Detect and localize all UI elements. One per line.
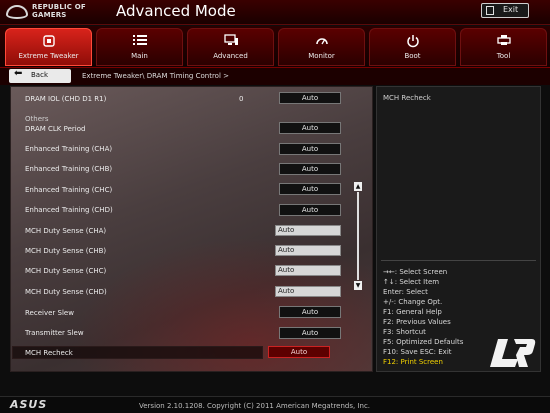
setting-label-mch-duty-cha: MCH Duty Sense (CHA) <box>25 227 107 235</box>
key-hint: +/-: Change Opt. <box>383 298 443 306</box>
scrollbar[interactable]: ▲ ▼ <box>354 182 362 290</box>
exit-button[interactable]: Exit <box>481 3 529 18</box>
back-arrow-icon: ⬅ <box>14 68 23 79</box>
mch-duty-chd-input[interactable]: Auto <box>275 286 341 297</box>
option-button-mch-recheck[interactable]: Auto <box>268 346 330 358</box>
tab-boot[interactable]: Boot <box>369 28 456 66</box>
brand-line-1: REPUBLIC OF <box>32 3 86 11</box>
help-title: MCH Recheck <box>383 94 431 102</box>
rog-eye-icon <box>6 5 28 19</box>
setting-label-mch-duty-chc: MCH Duty Sense (CHC) <box>25 267 107 275</box>
chip-icon <box>41 34 57 51</box>
rog-logo: REPUBLIC OF GAMERS <box>6 2 104 23</box>
option-button-enh-training-chd[interactable]: Auto <box>279 204 341 216</box>
key-hint: F10: Save ESC: Exit <box>383 348 452 356</box>
option-button-enh-training-cha[interactable]: Auto <box>279 143 341 155</box>
key-hint-print-screen: F12: Print Screen <box>383 358 443 366</box>
setting-label-dram-iol: DRAM IOL (CHD D1 R1) <box>25 95 107 103</box>
setting-value-dram-iol: 0 <box>239 95 244 103</box>
setting-label-enh-training-chd: Enhanced Training (CHD) <box>25 206 113 214</box>
tab-extreme-tweaker[interactable]: Extreme Tweaker <box>5 28 92 66</box>
option-button-enh-training-chb[interactable]: Auto <box>279 163 341 175</box>
tab-label: Monitor <box>308 52 335 60</box>
setting-label-transmitter-slew: Transmitter Slew <box>25 329 84 337</box>
breadcrumb[interactable]: Extreme Tweaker\ DRAM Timing Control > <box>82 72 229 80</box>
tab-advanced[interactable]: Advanced <box>187 28 274 66</box>
tab-monitor[interactable]: Monitor <box>278 28 365 66</box>
help-panel: MCH Recheck →←: Select Screen ↑↓: Select… <box>376 86 541 372</box>
setting-label-enh-training-chc: Enhanced Training (CHC) <box>25 186 113 194</box>
tab-label: Tool <box>496 52 511 60</box>
key-hint: Enter: Select <box>383 288 428 296</box>
back-label: Back <box>31 71 48 79</box>
version-text: Version 2.10.1208. Copyright (C) 2011 Am… <box>139 402 371 410</box>
key-hint: F3: Shortcut <box>383 328 426 336</box>
setting-label-mch-duty-chd: MCH Duty Sense (CHD) <box>25 288 107 296</box>
setting-label-mch-duty-chb: MCH Duty Sense (CHB) <box>25 247 107 255</box>
tab-tool[interactable]: Tool <box>460 28 547 66</box>
mch-duty-cha-input[interactable]: Auto <box>275 225 341 236</box>
list-icon <box>132 34 147 49</box>
settings-panel: DRAM IOL (CHD D1 R1) 0 Auto Others DRAM … <box>10 86 373 372</box>
option-button-receiver-slew[interactable]: Auto <box>279 306 341 318</box>
option-button-dram-iol[interactable]: Auto <box>279 92 341 104</box>
page-title: Advanced Mode <box>116 2 236 20</box>
setting-label-receiver-slew: Receiver Slew <box>25 309 74 317</box>
section-label-others: Others <box>25 115 49 123</box>
setting-label-dram-clk-period: DRAM CLK Period <box>25 125 86 133</box>
key-hint: F1: General Help <box>383 308 442 316</box>
tab-label: Extreme Tweaker <box>18 52 79 60</box>
option-button-dram-clk-period[interactable]: Auto <box>279 122 341 134</box>
tab-label: Boot <box>404 52 421 60</box>
key-hint: ↑↓: Select Item <box>383 278 440 286</box>
tab-label: Main <box>131 52 148 60</box>
option-button-enh-training-chc[interactable]: Auto <box>279 183 341 195</box>
key-hint: F2: Previous Values <box>383 318 451 326</box>
gauge-icon <box>315 34 329 49</box>
exit-label: Exit <box>503 5 519 14</box>
tab-label: Advanced <box>213 52 248 60</box>
key-hint: →←: Select Screen <box>383 268 448 276</box>
brand-line-2: GAMERS <box>32 11 67 19</box>
scroll-track[interactable] <box>357 192 359 280</box>
monitor-icon <box>223 34 238 49</box>
scroll-up-arrow-icon[interactable]: ▲ <box>354 182 362 191</box>
power-icon <box>406 34 420 51</box>
mch-duty-chc-input[interactable]: Auto <box>275 265 341 276</box>
exit-door-icon <box>486 6 494 15</box>
setting-label-enh-training-cha: Enhanced Training (CHA) <box>25 145 113 153</box>
back-button[interactable]: ⬅ Back <box>9 68 71 83</box>
printer-icon <box>496 34 511 49</box>
help-divider <box>381 260 536 261</box>
option-button-transmitter-slew[interactable]: Auto <box>279 327 341 339</box>
scroll-down-arrow-icon[interactable]: ▼ <box>354 281 362 290</box>
watermark-logo <box>488 337 536 369</box>
setting-label-mch-recheck: MCH Recheck <box>25 349 73 357</box>
asus-logo: ASUS <box>10 398 48 411</box>
tab-main[interactable]: Main <box>96 28 183 66</box>
mch-duty-chb-input[interactable]: Auto <box>275 245 341 256</box>
setting-label-enh-training-chb: Enhanced Training (CHB) <box>25 165 113 173</box>
key-hint: F5: Optimized Defaults <box>383 338 464 346</box>
